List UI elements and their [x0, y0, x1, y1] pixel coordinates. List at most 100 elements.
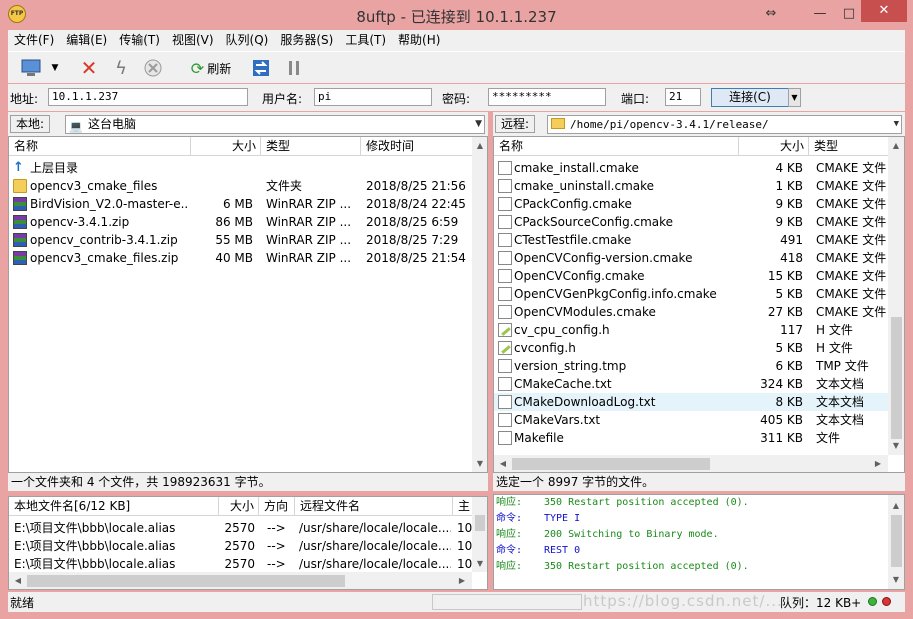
scroll-down-icon[interactable]: ▼ — [889, 441, 903, 450]
rar-archive-icon — [13, 251, 27, 265]
remote-file-row[interactable]: CPackConfig.cmake 9 KB CMAKE 文件 — [494, 195, 888, 213]
scroll-up-icon[interactable]: ▲ — [889, 501, 903, 510]
local-file-list: 名称 大小 类型 修改时间 ↑ 上层目录 opencv3_cmake_files 文件… — [8, 136, 488, 473]
scroll-up-icon[interactable]: ▲ — [473, 141, 487, 150]
user-input[interactable]: pi — [314, 88, 432, 106]
queue-row[interactable]: E:\项目文件\bbb\locale.alias 2570 --> /usr/shar… — [9, 555, 473, 573]
queue-vscrollbar[interactable]: ▼ — [472, 497, 487, 572]
remote-file-row[interactable]: CMakeVars.txt 405 KB 文本文档 — [494, 411, 888, 429]
remote-col-name[interactable]: 名称 — [494, 137, 739, 156]
remote-col-type[interactable]: 类型 — [809, 137, 889, 156]
scroll-up-icon[interactable]: ▲ — [889, 141, 903, 150]
log-scroll-thumb[interactable] — [891, 515, 902, 567]
remote-file-row[interactable]: CMakeCache.txt 324 KB 文本文档 — [494, 375, 888, 393]
log-scrollbar[interactable]: ▲ ▼ — [888, 495, 904, 589]
menu-help[interactable]: 帮助(H) — [392, 30, 446, 51]
local-col-type[interactable]: 类型 — [261, 137, 361, 156]
remote-file-row[interactable]: cv_cpu_config.h 117 H 文件 — [494, 321, 888, 339]
remote-file-row[interactable]: CPackSourceConfig.cmake 9 KB CMAKE 文件 — [494, 213, 888, 231]
file-name: opencv-3.4.1.zip — [30, 215, 130, 229]
remote-file-row[interactable]: CTestTestfile.cmake 491 CMAKE 文件 — [494, 231, 888, 249]
menu-server[interactable]: 服务器(S) — [274, 30, 339, 51]
queue-col-size[interactable]: 大小 — [219, 497, 259, 516]
local-col-modified[interactable]: 修改时间 — [361, 137, 473, 156]
scroll-down-icon[interactable]: ▼ — [473, 559, 487, 568]
remote-file-row[interactable]: cmake_install.cmake 4 KB CMAKE 文件 — [494, 159, 888, 177]
file-type: 文本文档 — [816, 413, 865, 427]
local-path-combo[interactable]: 💻 这台电脑 ▼ — [65, 115, 485, 134]
close-button[interactable]: ✕ — [861, 0, 907, 22]
password-input[interactable]: ********* — [488, 88, 606, 106]
restore-icon[interactable]: ⇔ — [760, 4, 782, 24]
transfer-icon — [253, 60, 269, 76]
scroll-right-icon[interactable]: ▶ — [455, 576, 469, 585]
queue-col-remote[interactable]: 远程文件名 — [295, 497, 453, 516]
remote-vscrollbar[interactable]: ▲ ▼ — [888, 137, 904, 455]
remote-file-row[interactable]: Makefile 311 KB 文件 — [494, 429, 888, 447]
local-file-row[interactable]: BirdVision_V2.0-master-e... 6 MB WinRAR ZI… — [9, 195, 471, 213]
local-scrollbar[interactable]: ▲ ▼ — [472, 137, 487, 472]
remote-file-row[interactable]: OpenCVConfig.cmake 15 KB CMAKE 文件 — [494, 267, 888, 285]
remote-path-combo[interactable]: /home/pi/opencv-3.4.1/release/ ▼ — [547, 115, 902, 134]
queue-scroll-thumb[interactable] — [475, 515, 485, 531]
local-file-row[interactable]: opencv-3.4.1.zip 86 MB WinRAR ZIP ... 2018/… — [9, 213, 471, 231]
stop-button[interactable] — [140, 56, 166, 80]
remote-file-row[interactable]: OpenCVGenPkgConfig.info.cmake 5 KB CMAKE 文… — [494, 285, 888, 303]
queue-row[interactable]: E:\项目文件\bbb\locale.alias 2570 --> /usr/shar… — [9, 537, 473, 555]
file-type: CMAKE 文件 — [816, 161, 887, 175]
site-manager-button[interactable] — [18, 56, 44, 80]
queue-col-local[interactable]: 本地文件名[6/12 KB] — [9, 497, 219, 516]
queue-row[interactable]: E:\项目文件\bbb\locale.alias 2570 --> /usr/shar… — [9, 519, 473, 537]
menu-edit[interactable]: 编辑(E) — [60, 30, 113, 51]
chevron-down-icon[interactable]: ▼ — [894, 116, 899, 133]
remote-hscrollbar[interactable]: ◀ ▶ — [494, 455, 888, 472]
connect-button[interactable]: 连接(C) — [711, 88, 789, 107]
scroll-down-icon[interactable]: ▼ — [889, 575, 903, 584]
menu-queue[interactable]: 队列(Q) — [220, 30, 275, 51]
transfer-queue-button[interactable] — [248, 56, 274, 80]
local-file-row[interactable]: opencv_contrib-3.4.1.zip 55 MB WinRAR ZIP … — [9, 231, 471, 249]
file-size: 418 — [780, 251, 803, 265]
remote-file-row[interactable]: OpenCVConfig-version.cmake 418 CMAKE 文件 — [494, 249, 888, 267]
remote-file-row[interactable]: OpenCVModules.cmake 27 KB CMAKE 文件 — [494, 303, 888, 321]
remote-file-row[interactable]: version_string.tmp 6 KB TMP 文件 — [494, 357, 888, 375]
address-input[interactable]: 10.1.1.237 — [48, 88, 248, 106]
local-col-size[interactable]: 大小 — [191, 137, 261, 156]
pause-button[interactable] — [284, 56, 304, 80]
remote-col-size[interactable]: 大小 — [739, 137, 809, 156]
menu-view[interactable]: 视图(V) — [166, 30, 220, 51]
queue-hscroll-thumb[interactable] — [27, 575, 345, 587]
local-file-row[interactable]: opencv3_cmake_files.zip 40 MB WinRAR ZIP .… — [9, 249, 471, 267]
local-col-name[interactable]: 名称 — [9, 137, 191, 156]
scroll-down-icon[interactable]: ▼ — [473, 459, 487, 468]
port-input[interactable]: 21 — [665, 88, 701, 106]
minimize-button[interactable]: — — [809, 4, 831, 24]
site-dropdown-icon[interactable]: ▼ — [48, 56, 62, 80]
local-file-row[interactable]: ↑ 上层目录 — [9, 159, 471, 177]
refresh-button[interactable]: ⟳ 刷新 — [180, 56, 242, 80]
remote-file-row[interactable]: CMakeDownloadLog.txt 8 KB 文本文档 — [494, 393, 888, 411]
disconnect-button[interactable]: ✕ — [76, 56, 102, 80]
scroll-left-icon[interactable]: ◀ — [11, 576, 25, 585]
queue-col-host[interactable]: 主 — [453, 497, 473, 516]
remote-file-row[interactable]: cvconfig.h 5 KB H 文件 — [494, 339, 888, 357]
chevron-down-icon[interactable]: ▼ — [475, 116, 482, 133]
local-file-row[interactable]: opencv3_cmake_files 文件夹 2018/8/25 21:56 — [9, 177, 471, 195]
remote-scroll-thumb[interactable] — [891, 317, 902, 439]
maximize-button[interactable]: □ — [838, 4, 860, 24]
connect-dropdown-icon[interactable]: ▼ — [788, 88, 801, 107]
file-size: 491 — [780, 233, 803, 247]
file-name: CPackConfig.cmake — [514, 197, 632, 211]
queue-col-direction[interactable]: 方向 — [259, 497, 295, 516]
queue-hscrollbar[interactable]: ◀ ▶ — [9, 572, 472, 589]
menu-transfer[interactable]: 传输(T) — [113, 30, 166, 51]
menu-tools[interactable]: 工具(T) — [339, 30, 392, 51]
file-name: version_string.tmp — [514, 359, 627, 373]
scroll-right-icon[interactable]: ▶ — [871, 459, 885, 468]
scroll-left-icon[interactable]: ◀ — [496, 459, 510, 468]
menu-file[interactable]: 文件(F) — [8, 30, 60, 51]
remote-file-row[interactable]: cmake_uninstall.cmake 1 KB CMAKE 文件 — [494, 177, 888, 195]
lightning-icon[interactable]: ϟ — [108, 56, 134, 80]
queue-host: 10. — [457, 521, 473, 535]
remote-hscroll-thumb[interactable] — [512, 458, 710, 470]
